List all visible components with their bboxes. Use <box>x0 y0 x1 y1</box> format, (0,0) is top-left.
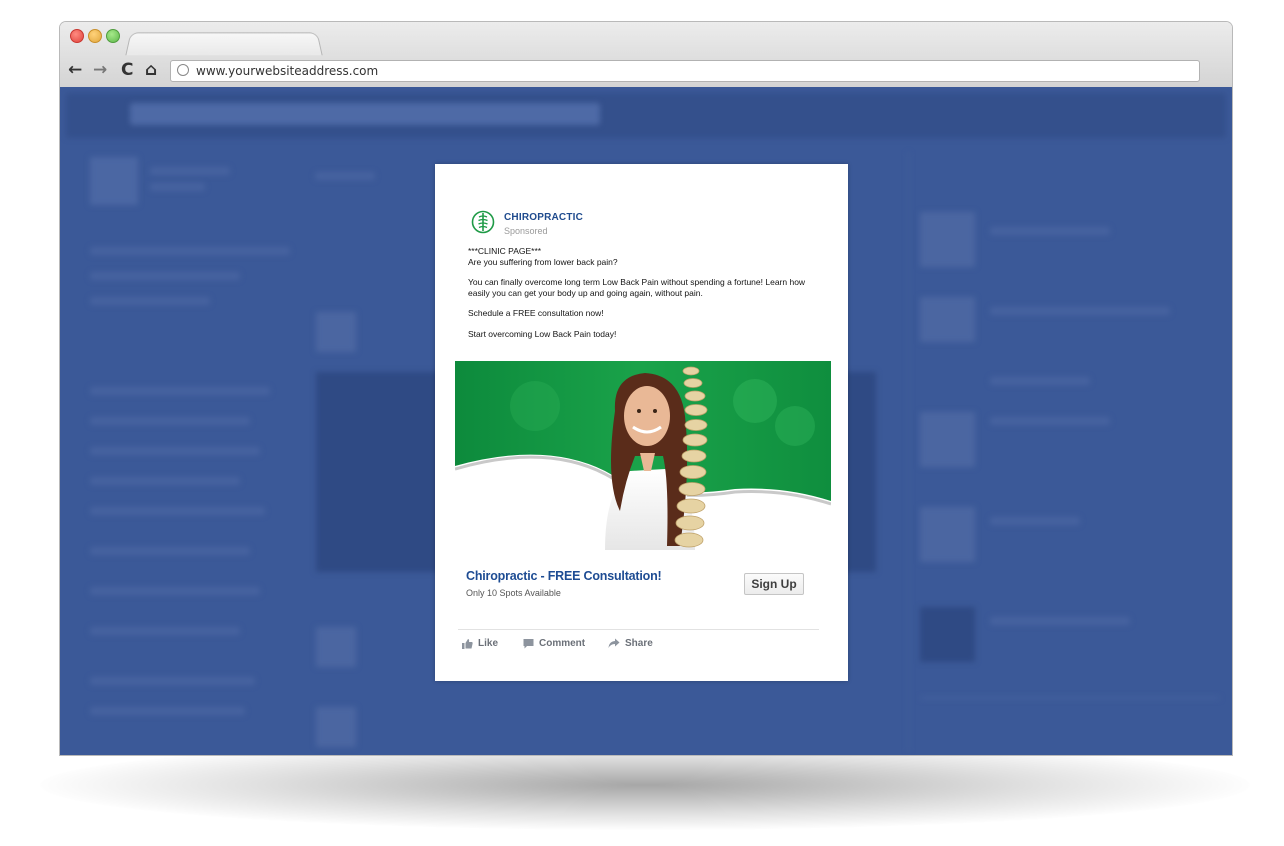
comment-button[interactable]: Comment <box>523 636 585 650</box>
blurred-thumb <box>920 607 975 662</box>
page-viewport: CHIROPRACTIC Sponsored ***CLINIC PAGE***… <box>60 87 1232 755</box>
blurred-text <box>990 517 1080 525</box>
blurred-search <box>130 103 600 125</box>
blurred-text <box>990 617 1130 625</box>
post-line: ***CLINIC PAGE*** <box>468 246 542 256</box>
blurred-thumb <box>920 212 975 267</box>
comment-label: Comment <box>539 637 586 649</box>
blurred-text <box>90 627 240 635</box>
post-line: You can finally overcome long term Low B… <box>468 277 806 298</box>
blurred-divider <box>920 697 1220 699</box>
blurred-text <box>90 272 240 280</box>
sign-up-button[interactable]: Sign Up <box>744 573 804 595</box>
like-label: Like <box>478 637 499 649</box>
close-window-button[interactable] <box>70 29 84 43</box>
blurred-text <box>990 227 1110 235</box>
url-text: www.yourwebsiteaddress.com <box>196 64 379 78</box>
blurred-text <box>90 547 250 555</box>
post-text: ***CLINIC PAGE*** Are you suffering from… <box>468 246 818 349</box>
blurred-text <box>90 507 265 515</box>
blurred-thumb <box>920 297 975 342</box>
blurred-thumb <box>920 507 975 562</box>
blurred-text <box>90 387 270 395</box>
address-bar[interactable]: www.yourwebsiteaddress.com <box>170 60 1200 82</box>
banner-illustration <box>455 361 831 550</box>
browser-tab[interactable] <box>125 32 323 56</box>
blurred-text <box>90 587 260 595</box>
blurred-text <box>150 167 230 175</box>
home-icon[interactable]: ⌂ <box>145 60 157 80</box>
blurred-thumb <box>316 627 356 667</box>
share-button[interactable]: Share <box>608 636 653 650</box>
ad-headline[interactable]: Chiropractic - FREE Consultation! <box>466 569 662 583</box>
post-line: Start overcoming Low Back Pain today! <box>468 328 617 339</box>
blurred-avatar <box>90 157 138 205</box>
actions-divider <box>458 629 819 630</box>
share-label: Share <box>625 637 653 649</box>
browser-toolbar: ← → C ⌂ www.yourwebsiteaddress.com <box>60 22 1232 88</box>
post-line: Are you suffering from lower back pain? <box>468 256 618 267</box>
browser-window: ← → C ⌂ www.yourwebsiteaddress.com CHIRO… <box>60 22 1232 755</box>
blurred-text <box>90 247 290 255</box>
back-icon[interactable]: ← <box>68 60 82 80</box>
globe-icon <box>177 64 189 76</box>
blurred-thumb <box>316 707 356 747</box>
like-button[interactable]: Like <box>462 636 498 650</box>
blurred-text <box>150 183 205 191</box>
blurred-text <box>90 447 260 455</box>
blurred-text <box>90 297 210 305</box>
reload-icon[interactable]: C <box>121 60 133 80</box>
page-name[interactable]: CHIROPRACTIC <box>504 212 583 223</box>
blurred-thumb <box>316 312 356 352</box>
post-line: Schedule a FREE consultation now! <box>468 308 604 318</box>
blurred-text <box>990 307 1170 315</box>
blurred-thumb <box>920 412 975 467</box>
blurred-text <box>90 677 255 685</box>
blurred-text <box>990 377 1090 385</box>
minimize-window-button[interactable] <box>88 29 102 43</box>
forward-icon[interactable]: → <box>93 60 107 80</box>
comment-icon <box>523 638 534 648</box>
blurred-text <box>90 707 245 715</box>
blurred-text <box>90 477 240 485</box>
blurred-text <box>990 417 1110 425</box>
blurred-text <box>315 172 375 180</box>
zoom-window-button[interactable] <box>106 29 120 43</box>
like-icon <box>462 638 473 649</box>
ad-banner-image[interactable] <box>455 361 831 550</box>
sponsored-label: Sponsored <box>504 226 548 236</box>
share-icon <box>608 638 620 648</box>
blurred-text <box>90 417 250 425</box>
spine-logo-icon <box>471 210 495 234</box>
blurred-divider <box>908 152 909 752</box>
ad-description: Only 10 Spots Available <box>466 588 561 598</box>
sponsored-ad-card: CHIROPRACTIC Sponsored ***CLINIC PAGE***… <box>435 164 848 681</box>
